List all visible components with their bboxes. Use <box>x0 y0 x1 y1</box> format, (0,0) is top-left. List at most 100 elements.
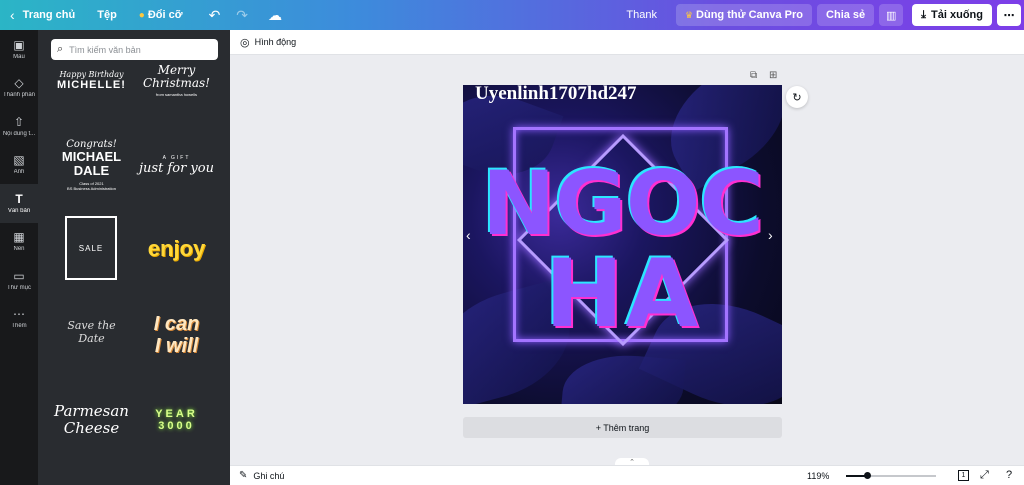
add-page-button[interactable]: + Thêm trang <box>463 417 782 438</box>
more-horizontal-icon: ⋯ <box>1003 9 1015 22</box>
animate-button[interactable]: ◎ Hình động <box>240 36 296 49</box>
zoom-slider-handle[interactable] <box>864 472 871 479</box>
notes-icon: ✎ <box>239 470 248 481</box>
rail-item-elements[interactable]: ◇ Thành phần <box>0 69 38 108</box>
home-button[interactable]: ‹ Trang chủ <box>0 0 83 30</box>
rail-label: Thêm <box>11 323 27 330</box>
text-template-parmesan-cheese[interactable]: Parmesan Cheese <box>54 392 129 447</box>
bar-chart-icon: ▥ <box>885 9 897 22</box>
notes-button[interactable]: ✎ Ghi chú <box>239 470 284 481</box>
tile-text: Merry <box>157 62 196 77</box>
search-input[interactable] <box>69 44 205 55</box>
download-icon: ⤓ <box>921 8 927 21</box>
tile-text: from samantha howells <box>155 91 198 97</box>
notes-label: Ghi chú <box>253 470 285 481</box>
crown-icon: ♛ <box>684 9 694 20</box>
tile-text: Save the Date <box>67 319 116 345</box>
rail-label: Thư mục <box>6 284 32 291</box>
redo-button[interactable]: ↷ <box>228 0 256 30</box>
file-menu[interactable]: Tệp <box>89 0 125 30</box>
insights-button[interactable]: ▥ <box>879 4 904 26</box>
resize-label: Đổi cỡ <box>147 9 183 21</box>
undo-icon: ↶ <box>208 6 221 23</box>
add-page-icon[interactable]: ⊞ <box>769 70 777 81</box>
rail-label: Ảnh <box>13 169 25 176</box>
animate-icon: ◎ <box>240 36 250 49</box>
more-options-button[interactable]: ⋯ <box>997 4 1021 26</box>
tile-text: BS Business Administration <box>67 186 116 191</box>
tile-text: Happy Birthday <box>59 70 124 79</box>
rail-item-folder[interactable]: ▭ Thư mục <box>0 261 38 300</box>
refresh-design-button[interactable]: ↻ <box>786 86 808 108</box>
text-template-merry-christmas[interactable]: Merry Christmas! from samantha howells <box>139 58 214 102</box>
canvas-watermark-text[interactable]: Uyenlinh1707hd247 <box>475 85 637 105</box>
chevron-left-icon: ‹ <box>10 7 15 23</box>
text-template-gift-for-you[interactable]: A GIFT just for you <box>139 145 214 185</box>
animate-label: Hình động <box>254 37 297 47</box>
chevron-right-icon: › <box>768 227 773 243</box>
save-status-button[interactable]: ☁ <box>260 0 290 30</box>
rail-item-uploads[interactable]: ⇧ Nội dung t... <box>0 107 38 146</box>
rail-label: Mẫu <box>13 53 25 60</box>
search-icon: ⌕ <box>57 43 64 55</box>
download-label: Tải xuống <box>931 9 983 21</box>
help-icon[interactable]: ? <box>1006 469 1012 481</box>
canvas-title-line-1[interactable]: NGOC <box>463 157 782 251</box>
elements-icon: ◇ <box>14 76 24 91</box>
text-template-i-can-i-will[interactable]: I can I will <box>139 310 214 360</box>
leaf-shape <box>560 349 686 404</box>
text-template-michael-dale[interactable]: Congrats! MICHAEL DALE Class of 2021 BS … <box>54 130 129 200</box>
tile-text: enjoy <box>147 236 206 261</box>
more-icon: ⋯ <box>13 307 25 322</box>
rail-item-background[interactable]: ▦ Nền <box>0 223 38 262</box>
page-count-button[interactable]: 1 <box>958 470 969 481</box>
photos-icon: ▧ <box>13 153 25 168</box>
editor-area: ⧉ ⊞ Uyenlinh1707hd247 NGOC HA ‹ › ↻ + Th… <box>230 55 1024 466</box>
undo-button[interactable]: ↶ <box>201 0 229 30</box>
text-panel: ⌕ Happy Birthday MICHELLE! Merry Christm… <box>38 30 230 485</box>
rail-item-more[interactable]: ⋯ Thêm <box>0 300 38 339</box>
download-button[interactable]: ⤓ Tải xuống <box>912 4 992 26</box>
copy-page-icon[interactable]: ⧉ <box>750 70 757 81</box>
refresh-icon: ↻ <box>792 91 802 104</box>
tile-text: DALE <box>73 163 110 178</box>
text-template-sale[interactable]: SALE <box>65 216 117 280</box>
rail-item-text[interactable]: T Văn bản <box>0 184 38 223</box>
editor-toolbar: ◎ Hình động <box>230 30 1024 55</box>
rail-label: Nền <box>13 246 25 253</box>
templates-icon: ▣ <box>13 37 25 52</box>
tile-text: MICHAEL <box>61 149 122 164</box>
tile-text: I can <box>153 313 200 335</box>
tile-text: Cheese <box>63 418 120 437</box>
cloud-icon: ☁ <box>268 6 283 23</box>
document-title[interactable]: Thank <box>618 0 665 30</box>
try-pro-button[interactable]: ♛ Dùng thử Canva Pro <box>675 4 813 26</box>
canvas-title-line-2[interactable]: HA <box>463 245 782 345</box>
top-bar: ‹ Trang chủ Tệp ● Đổi cỡ ↶ ↷ ☁ Thank ♛ D… <box>0 0 1024 30</box>
design-canvas[interactable]: Uyenlinh1707hd247 NGOC HA ‹ › <box>463 85 782 404</box>
tile-text: I will <box>154 335 199 357</box>
tile-text: Christmas! <box>143 75 210 90</box>
footer-bar: ✎ Ghi chú 119% 1 ⤢ ? <box>230 465 1024 485</box>
crown-icon: ● <box>138 9 145 21</box>
uploads-icon: ⇧ <box>13 114 25 129</box>
text-template-year-3000[interactable]: YEAR 3000 <box>139 402 214 438</box>
resize-button[interactable]: ● Đổi cỡ <box>131 0 191 30</box>
zoom-level[interactable]: 119% <box>807 471 829 481</box>
rail-label: Nội dung t... <box>2 130 36 137</box>
tile-text: YEAR <box>155 408 198 420</box>
search-box[interactable]: ⌕ <box>51 39 218 60</box>
text-template-happy-birthday[interactable]: Happy Birthday MICHELLE! <box>54 63 129 98</box>
rail-item-photos[interactable]: ▧ Ảnh <box>0 146 38 185</box>
expand-icon[interactable]: ⤢ <box>980 469 989 482</box>
tile-text: MICHELLE! <box>57 79 126 91</box>
zoom-slider-fill <box>846 475 866 477</box>
rail-item-templates[interactable]: ▣ Mẫu <box>0 30 38 69</box>
page-number: 1 <box>961 472 966 479</box>
rail-label: Thành phần <box>2 92 36 99</box>
text-template-enjoy[interactable]: enjoy <box>139 230 214 268</box>
home-label: Trang chủ <box>22 9 76 21</box>
redo-icon: ↷ <box>236 6 249 23</box>
share-button[interactable]: Chia sẻ <box>817 4 875 26</box>
text-template-save-the-date[interactable]: Save the Date <box>54 317 129 347</box>
